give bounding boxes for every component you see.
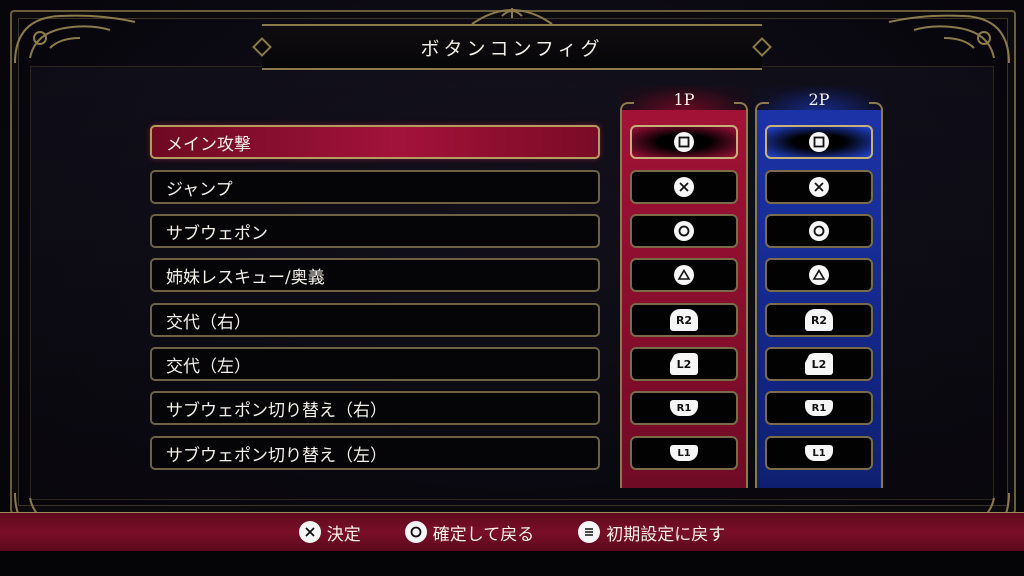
action-row-swap-right[interactable]: 交代（右） <box>150 303 600 337</box>
action-label: ジャンプ <box>166 179 233 200</box>
p1-slot-swap-left[interactable]: L2 <box>630 347 738 381</box>
bottom-strip <box>0 551 1024 576</box>
action-row-sub-weapon[interactable]: サブウェポン <box>150 214 600 248</box>
page-title: ボタンコンフィグ <box>420 37 604 60</box>
action-label: サブウェポン切り替え（左） <box>166 445 387 466</box>
action-label: サブウェポン <box>166 223 268 244</box>
p2-slot-sister-rescue[interactable] <box>765 258 873 292</box>
action-label: 交代（左） <box>166 356 251 377</box>
l1-icon: L1 <box>805 445 833 461</box>
p1-slot-swap-right[interactable]: R2 <box>630 303 738 337</box>
p1-slot-sister-rescue[interactable] <box>630 258 738 292</box>
p1-slot-sub-weapon[interactable] <box>630 214 738 248</box>
action-row-sister-rescue[interactable]: 姉妹レスキュー/奥義 <box>150 258 600 292</box>
cross-icon <box>298 521 321 543</box>
r1-icon: R1 <box>670 400 698 416</box>
p2-slot-swap-right[interactable]: R2 <box>765 303 873 337</box>
p1-slot-jump[interactable] <box>630 170 738 204</box>
crown-ornament-icon <box>471 8 553 25</box>
p1-slot-subweapon-switch-right[interactable]: R1 <box>630 391 738 425</box>
action-row-main-attack[interactable]: メイン攻撃 <box>150 125 600 159</box>
action-label: 姉妹レスキュー/奥義 <box>166 267 325 288</box>
p2-slot-sub-weapon[interactable] <box>765 214 873 248</box>
cross-icon <box>674 177 694 197</box>
p2-slot-jump[interactable] <box>765 170 873 204</box>
r1-icon: R1 <box>805 400 833 416</box>
triangle-icon <box>809 265 829 285</box>
reset-defaults-label: 初期設定に戻す <box>606 524 726 545</box>
p2-slot-swap-left[interactable]: L2 <box>765 347 873 381</box>
action-row-subweapon-switch-right[interactable]: サブウェポン切り替え（右） <box>150 391 600 425</box>
player2-column <box>755 110 883 488</box>
column-header-1p: 1P <box>620 86 748 112</box>
reset-defaults-hint[interactable]: 初期設定に戻す <box>578 520 725 545</box>
confirm-hint[interactable]: 決定 <box>298 520 361 545</box>
options-icon <box>578 521 601 543</box>
confirm-label: 決定 <box>326 524 361 545</box>
l2-icon: L2 <box>670 353 698 375</box>
footer-hint-bar: 決定 確定して戻る 初期設定に戻す <box>0 512 1024 552</box>
p1-slot-main-attack[interactable] <box>630 125 738 159</box>
corner-ornament-icon <box>10 8 140 68</box>
cross-icon <box>809 177 829 197</box>
action-label: サブウェポン切り替え（右） <box>166 400 387 421</box>
action-label: 交代（右） <box>166 312 251 333</box>
column-header-2p: 2P <box>755 86 883 112</box>
action-row-jump[interactable]: ジャンプ <box>150 170 600 204</box>
p2-slot-main-attack[interactable] <box>765 125 873 159</box>
corner-ornament-icon <box>884 8 1014 68</box>
triangle-icon <box>674 265 694 285</box>
action-row-swap-left[interactable]: 交代（左） <box>150 347 600 381</box>
circle-icon <box>674 221 694 241</box>
circle-icon <box>809 221 829 241</box>
action-label: メイン攻撃 <box>166 134 251 155</box>
confirm-back-label: 確定して戻る <box>432 524 535 545</box>
title-bar: ボタンコンフィグ <box>262 24 762 70</box>
square-icon <box>809 132 829 152</box>
p1-slot-subweapon-switch-left[interactable]: L1 <box>630 436 738 470</box>
p2-slot-subweapon-switch-left[interactable]: L1 <box>765 436 873 470</box>
l1-icon: L1 <box>670 445 698 461</box>
square-icon <box>674 132 694 152</box>
confirm-back-hint[interactable]: 確定して戻る <box>404 520 535 545</box>
r2-icon: R2 <box>670 309 698 331</box>
p2-slot-subweapon-switch-right[interactable]: R1 <box>765 391 873 425</box>
r2-icon: R2 <box>805 309 833 331</box>
l2-icon: L2 <box>805 353 833 375</box>
player1-column <box>620 110 748 488</box>
action-row-subweapon-switch-left[interactable]: サブウェポン切り替え（左） <box>150 436 600 470</box>
circle-icon <box>404 521 427 543</box>
